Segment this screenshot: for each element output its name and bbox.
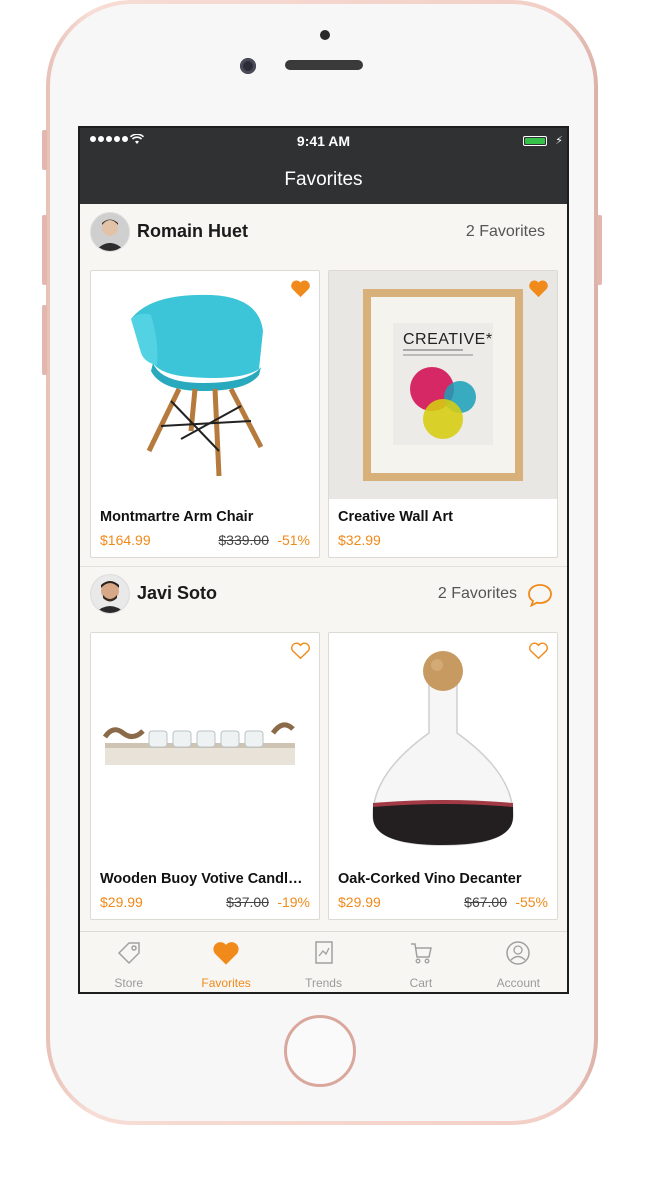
heart-filled-icon[interactable] [290,279,311,303]
product-title: Creative Wall Art [338,509,453,525]
user-name[interactable]: Romain Huet [137,221,248,242]
product-old-price: $37.00 [226,894,269,910]
comment-icon[interactable] [527,583,553,612]
volume-up-button [42,215,47,285]
favorites-count: 2 Favorites [465,223,545,240]
status-time: 9:41 AM [296,133,351,149]
product-price: $29.99 [338,894,381,910]
home-button[interactable] [284,1015,356,1087]
favorites-count: 2 Favorites [437,585,517,602]
product-old-price: $339.00 [218,532,269,548]
product-price: $164.99 [100,532,151,548]
tab-store[interactable]: Store [80,932,177,992]
battery-icon [523,136,547,146]
product-grid: Montmartre Arm Chair $164.99 $339.00 -51… [90,270,558,558]
volume-down-button [42,305,47,375]
tab-cart[interactable]: Cart [372,932,469,992]
account-icon [506,941,531,965]
product-card[interactable]: Wooden Buoy Votive Candle… $29.99 $37.00… [90,632,320,920]
product-discount: -51% [277,532,310,548]
tab-trends[interactable]: Trends [275,932,372,992]
user-section: Javi Soto 2 Favorites Wooden Buoy Votive… [80,566,567,920]
chair-image [91,271,319,499]
avatar[interactable] [90,574,130,614]
product-card[interactable]: Oak-Corked Vino Decanter $29.99 $67.00 -… [328,632,558,920]
decanter-image [329,633,557,861]
power-button [597,215,602,285]
trends-icon [314,941,333,964]
product-discount: -19% [277,894,310,910]
proximity-sensor [320,30,330,40]
nav-title: Favorites [80,156,567,204]
tab-label: Favorites [201,976,251,990]
product-discount: -55% [515,894,548,910]
mute-switch [42,130,47,170]
product-price: $29.99 [100,894,143,910]
tab-label: Cart [409,976,433,990]
candle-holder-image [91,633,319,861]
charging-icon: ⚡ [555,135,563,147]
user-section: Romain Huet 2 Favorites Montmartre Arm C… [80,204,567,558]
user-header[interactable]: Javi Soto 2 Favorites [80,566,567,626]
heart-icon [213,942,239,965]
wall-art-image: CREATIVE* [329,271,557,499]
user-header[interactable]: Romain Huet 2 Favorites [80,204,567,264]
heart-outline-icon[interactable] [528,641,549,665]
product-title: Wooden Buoy Votive Candle… [100,871,310,887]
heart-filled-icon[interactable] [528,279,549,303]
product-price: $32.99 [338,532,381,548]
product-title: Montmartre Arm Chair [100,509,254,525]
tab-favorites[interactable]: Favorites [177,932,274,992]
tab-label: Store [114,976,144,990]
app-screen: 9:41 AM ⚡ Favorites Romain Huet 2 Favori… [78,126,569,994]
tab-account[interactable]: Account [470,932,567,992]
heart-outline-icon[interactable] [290,641,311,665]
tab-bar: Store Favorites Trends Cart Account [80,931,567,992]
tab-label: Trends [305,976,342,990]
cart-icon [410,943,432,964]
favorites-feed[interactable]: Romain Huet 2 Favorites Montmartre Arm C… [80,204,567,934]
product-card[interactable]: CREATIVE* Creative Wall Art $32.99 [328,270,558,558]
user-name[interactable]: Javi Soto [137,583,217,604]
product-old-price: $67.00 [464,894,507,910]
avatar[interactable] [90,212,130,252]
earpiece-speaker [285,60,363,70]
product-grid: Wooden Buoy Votive Candle… $29.99 $37.00… [90,632,558,920]
product-title: Oak-Corked Vino Decanter [338,871,522,887]
tab-label: Account [496,976,540,990]
status-bar: 9:41 AM ⚡ [80,128,567,156]
product-card[interactable]: Montmartre Arm Chair $164.99 $339.00 -51… [90,270,320,558]
front-camera [240,58,256,74]
art-caption: CREATIVE* [403,331,493,348]
tag-icon [117,942,140,965]
